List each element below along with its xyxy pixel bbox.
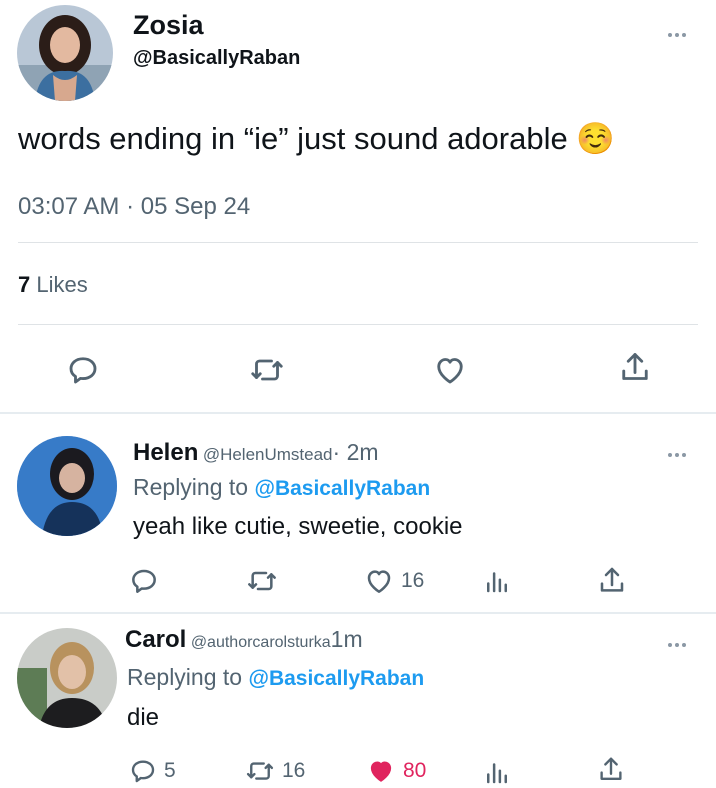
like-button[interactable]: 80 [365,756,426,786]
retweet-icon [246,762,274,780]
analytics-button[interactable] [482,757,512,787]
share-button[interactable] [617,350,653,386]
analytics-button[interactable] [482,566,512,596]
tweet-timestamp[interactable]: 03:07 AM · 05 Sep 24 [18,193,250,221]
reply-button[interactable] [128,565,166,597]
replying-to-handle[interactable]: @BasicallyRaban [254,477,430,500]
divider [18,242,698,243]
replying-to: Replying to @BasicallyRaban [127,664,424,691]
author-handle[interactable]: @BasicallyRaban [133,47,300,70]
reply-time: · 2m [332,439,379,465]
tweet-text-body: words ending in “ie” just sound adorable [18,121,568,156]
retweet-button[interactable]: 16 [244,756,305,786]
replying-to-handle[interactable]: @BasicallyRaban [248,667,424,690]
replying-to-label: Replying to [127,664,243,690]
divider [18,324,698,325]
analytics-icon [487,763,507,784]
share-button[interactable] [596,755,626,785]
reply-time: 1m [330,626,363,652]
reply-icon [132,569,156,593]
avatar-helen[interactable] [17,436,117,536]
likes-count: 7 [18,272,31,297]
reply-button[interactable] [65,352,101,388]
share-icon [622,353,648,380]
share-icon [600,757,622,780]
divider [0,612,716,614]
reply-header: Helen @HelenUmstead· 2m [133,439,379,467]
reply-text: yeah like cutie, sweetie, cookie [133,513,463,540]
divider [0,412,716,414]
reply-icon [69,357,97,384]
avatar-zosia[interactable] [17,5,113,101]
like-count: 16 [401,569,425,592]
reply-header: Carol @authorcarolsturka1m [125,626,363,654]
retweet-button[interactable] [248,352,286,388]
reply-text: die [127,704,160,731]
share-icon [600,567,624,592]
reply-display-name[interactable]: Helen [133,439,198,466]
like-count: 80 [403,759,427,782]
retweet-icon [251,359,283,381]
author-display-name[interactable]: Zosia [133,10,204,41]
more-options-icon[interactable] [668,643,686,647]
reply-count: 5 [164,759,176,782]
retweet-icon [248,571,276,591]
like-button[interactable] [432,352,468,388]
analytics-icon [487,572,507,593]
reply-button[interactable]: 5 [128,756,176,786]
heart-icon [367,570,391,593]
relieved-face-emoji: ☺️ [576,121,615,157]
reply-handle[interactable]: @authorcarolsturka [191,634,331,651]
like-button[interactable]: 16 [363,565,424,597]
share-button[interactable] [596,565,628,597]
reply-icon [131,760,155,783]
retweet-count: 16 [282,759,306,782]
heart-icon [437,358,463,384]
replying-to: Replying to @BasicallyRaban [133,474,430,501]
reply-handle[interactable]: @HelenUmstead [203,445,333,464]
reply-display-name[interactable]: Carol [125,626,186,653]
more-options-icon[interactable] [668,453,686,457]
likes-label: Likes [36,272,88,297]
heart-filled-icon [370,761,392,782]
likes-stat[interactable]: 7 Likes [18,272,88,298]
more-options-icon[interactable] [668,33,686,37]
avatar-carol[interactable] [17,628,117,728]
tweet-text: words ending in “ie” just sound adorable… [18,120,615,157]
retweet-button[interactable] [245,565,285,597]
replying-to-label: Replying to [133,474,249,500]
